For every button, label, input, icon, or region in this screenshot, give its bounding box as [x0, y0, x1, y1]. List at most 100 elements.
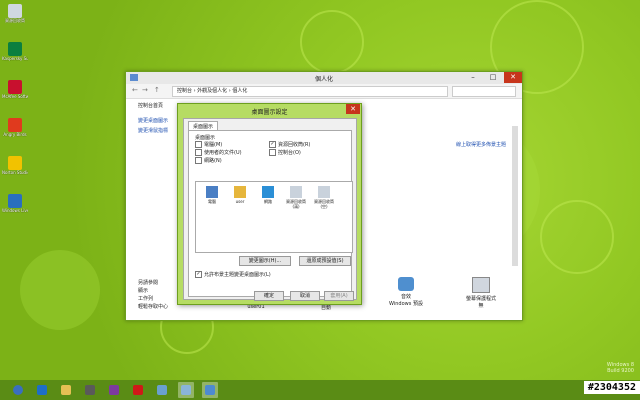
nav-control-panel-home[interactable]: 控制台首頁 — [138, 102, 168, 109]
group-label: 桌面圖示 — [195, 135, 216, 141]
checkbox-item[interactable]: 電腦(M) — [195, 141, 222, 148]
desktop-icon[interactable]: 資源回收筒 — [2, 4, 28, 23]
address-bar[interactable]: 控制台 › 外觀及個人化 › 個人化 — [172, 86, 448, 97]
ie-icon[interactable] — [34, 382, 50, 398]
see-also-title: 另請參閱 — [138, 280, 159, 286]
desktop-icon[interactable]: Angry Birds — [2, 118, 28, 137]
kaspersky-icon — [8, 42, 22, 56]
display-icon[interactable] — [202, 382, 218, 398]
dialog-title: 桌面圖示設定 — [251, 109, 288, 116]
see-also-display[interactable]: 顯示 — [138, 287, 168, 295]
taskbar-glyph — [157, 385, 167, 395]
up-icon[interactable]: ↑ — [154, 86, 160, 94]
nav-change-desktop-icons[interactable]: 變更桌面圖示 — [138, 117, 168, 124]
desktop-icon[interactable]: Kaspersky Support — [2, 42, 28, 61]
back-icon[interactable]: ← — [132, 86, 138, 94]
checkbox-item[interactable]: ✓ 資源回收筒(R) — [269, 141, 310, 148]
get-more-themes-link[interactable]: 線上取得更多佈景主題 — [456, 141, 506, 148]
scrollbar[interactable] — [512, 126, 518, 266]
watermark-line2: Build 9200 — [607, 368, 634, 374]
icon-list-label: 電腦 — [208, 199, 216, 204]
left-nav: 控制台首頁 變更桌面圖示 變更滑鼠指標 — [138, 102, 168, 137]
recycle-empty-icon — [318, 186, 330, 198]
change-icon-button[interactable]: 變更圖示(H)... — [239, 256, 291, 266]
desktop-icon[interactable]: McAfee Software — [2, 80, 28, 99]
maximize-button[interactable]: □ — [484, 72, 502, 83]
norton-icon — [8, 156, 22, 170]
icon-list[interactable]: 電腦 user 網路 資源回收筒(滿) 資源回收筒(空) — [195, 181, 353, 253]
see-also-ease-of-access[interactable]: 輕鬆存取中心 — [138, 303, 168, 311]
desktop-icon-label: Norton Studio — [2, 170, 28, 175]
icon-list-item[interactable]: 資源回收筒(空) — [312, 186, 336, 209]
checkbox-item[interactable]: 使用者的文件(U) — [195, 149, 242, 156]
window-title: 個人化 — [314, 76, 333, 83]
checkbox-item[interactable]: 網路(N) — [195, 157, 222, 164]
windows-live-icon — [8, 194, 22, 208]
sounds-label: 音效 Windows 預設 — [389, 294, 423, 307]
dialog-body: 桌面圖示 桌面圖示 電腦(M) ✓ 資源回收筒(R) 使用者的文件(U) 控制台(O) 網… — [183, 118, 357, 301]
taskbar-glyph — [85, 385, 95, 395]
tab-panel: 桌面圖示 電腦(M) ✓ 資源回收筒(R) 使用者的文件(U) 控制台(O) 網路(N) … — [188, 130, 353, 297]
ok-button[interactable]: 確定 — [254, 291, 284, 301]
network-icon — [262, 186, 274, 198]
app-icon[interactable] — [82, 382, 98, 398]
movie-icon[interactable] — [106, 382, 122, 398]
cancel-button[interactable]: 取消 — [290, 291, 320, 301]
minimize-button[interactable]: – — [464, 72, 482, 83]
dialog-title-bar[interactable]: 桌面圖示設定 ✕ — [178, 104, 361, 116]
icon-list-item[interactable]: 資源回收筒(滿) — [284, 186, 308, 209]
search-input[interactable] — [452, 86, 516, 97]
control-panel-icon[interactable] — [178, 382, 194, 398]
icon-list-label: 網路 — [264, 199, 272, 204]
checkbox-box[interactable] — [195, 141, 202, 148]
wallpaper-ornament — [540, 200, 614, 274]
desktop-icon-label: Windows Live Mesh — [2, 208, 28, 213]
checkbox-label: 電腦(M) — [204, 142, 223, 148]
wallpaper-ornament — [20, 250, 100, 330]
checkbox-label: 控制台(O) — [278, 150, 301, 156]
icon-list-label: 資源回收筒(滿) — [286, 199, 306, 209]
sounds-item[interactable]: 音效 Windows 預設 — [381, 277, 431, 307]
icon-list-item[interactable]: 網路 — [256, 186, 280, 204]
desktop-icon-label: 資源回收筒 — [5, 18, 25, 23]
navigation-bar: ← → ↑ 控制台 › 外觀及個人化 › 個人化 — [126, 84, 522, 99]
checkbox-box[interactable] — [195, 149, 202, 156]
mcafee-icon — [8, 80, 22, 94]
desktop-icon-settings-dialog[interactable]: 桌面圖示設定 ✕ 桌面圖示 桌面圖示 電腦(M) ✓ 資源回收筒(R) 使用者的文件(… — [177, 103, 362, 305]
title-bar[interactable]: 個人化 – □ ✕ — [126, 72, 522, 84]
icon-list-label: 資源回收筒(空) — [314, 199, 334, 209]
taskbar — [0, 380, 640, 400]
power-icon[interactable] — [130, 382, 146, 398]
recycle-full-icon — [290, 186, 302, 198]
checkbox-box[interactable]: ✓ — [269, 141, 276, 148]
desktop-icon[interactable]: Norton Studio — [2, 156, 28, 175]
icon-list-item[interactable]: 電腦 — [200, 186, 224, 204]
forward-icon[interactable]: → — [142, 86, 148, 94]
checkbox-box[interactable]: ✓ — [195, 271, 202, 278]
app-icon-2[interactable] — [154, 382, 170, 398]
checkbox-box[interactable] — [195, 157, 202, 164]
recycle-bin-icon — [8, 4, 22, 18]
close-button[interactable]: ✕ — [504, 72, 522, 83]
icon-list-label: user — [235, 199, 245, 204]
allow-themes-checkbox[interactable]: ✓ 允許布景主題變更桌面圖示(L) — [195, 271, 271, 278]
taskbar-glyph — [61, 385, 71, 395]
see-also-taskbar[interactable]: 工作列 — [138, 295, 168, 303]
restore-default-button[interactable]: 還原成預設值(S) — [299, 256, 351, 266]
file-explorer-icon[interactable] — [58, 382, 74, 398]
icon-list-item[interactable]: user — [228, 186, 252, 204]
taskbar-glyph — [13, 385, 23, 395]
checkbox-item[interactable]: 控制台(O) — [269, 149, 301, 156]
start-button[interactable] — [10, 382, 26, 398]
os-watermark: Windows 8 Build 9200 — [607, 362, 634, 374]
desktop-icon[interactable]: Windows Live Mesh — [2, 194, 28, 213]
screensaver-item[interactable]: 螢幕保護程式 無 — [456, 277, 506, 309]
nav-change-mouse-pointers[interactable]: 變更滑鼠指標 — [138, 127, 168, 134]
desktop-icon-label: McAfee Software — [2, 94, 28, 99]
dialog-close-button[interactable]: ✕ — [346, 104, 360, 114]
taskbar-glyph — [181, 385, 191, 395]
allow-themes-label: 允許布景主題變更桌面圖示(L) — [204, 272, 271, 278]
checkbox-box[interactable] — [269, 149, 276, 156]
taskbar-glyph — [205, 385, 215, 395]
apply-button[interactable]: 套用(A) — [324, 291, 354, 301]
